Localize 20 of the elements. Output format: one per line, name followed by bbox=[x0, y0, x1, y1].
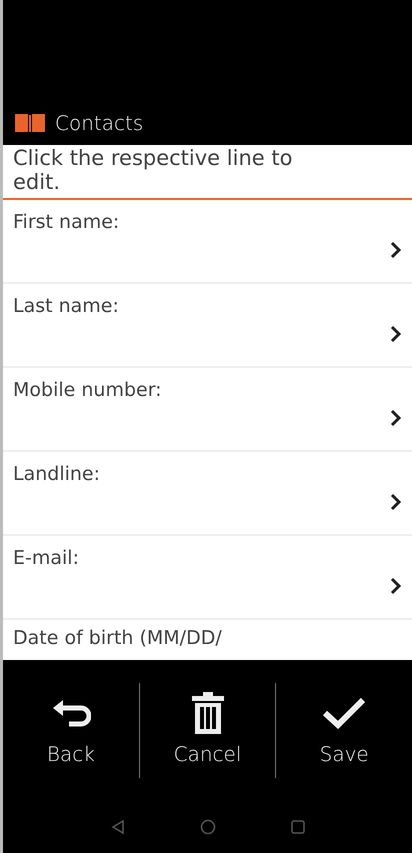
chevron-right-icon bbox=[390, 409, 402, 428]
screen-title: Contacts bbox=[55, 110, 144, 136]
chevron-right-icon bbox=[390, 325, 402, 344]
field-label: E-mail: bbox=[13, 546, 79, 572]
back-button[interactable]: Back bbox=[3, 685, 139, 775]
chevron-right-icon bbox=[390, 241, 402, 260]
delete-button[interactable]: Cancel bbox=[140, 685, 276, 775]
field-label: Landline: bbox=[13, 462, 100, 488]
recents-nav-icon[interactable] bbox=[290, 820, 304, 834]
trash-icon bbox=[190, 691, 224, 735]
chevron-right-icon bbox=[390, 577, 402, 596]
field-label: Mobile number: bbox=[13, 378, 162, 404]
book-icon bbox=[15, 112, 45, 132]
field-label: Last name: bbox=[13, 294, 119, 320]
back-nav-icon[interactable] bbox=[110, 818, 124, 834]
home-nav-icon[interactable] bbox=[200, 818, 216, 834]
save-button[interactable]: Save bbox=[276, 685, 412, 775]
field-label: First name: bbox=[13, 210, 120, 236]
chevron-right-icon bbox=[390, 493, 402, 512]
field-label[interactable]: Date of birth (MM/DD/ bbox=[3, 620, 412, 653]
